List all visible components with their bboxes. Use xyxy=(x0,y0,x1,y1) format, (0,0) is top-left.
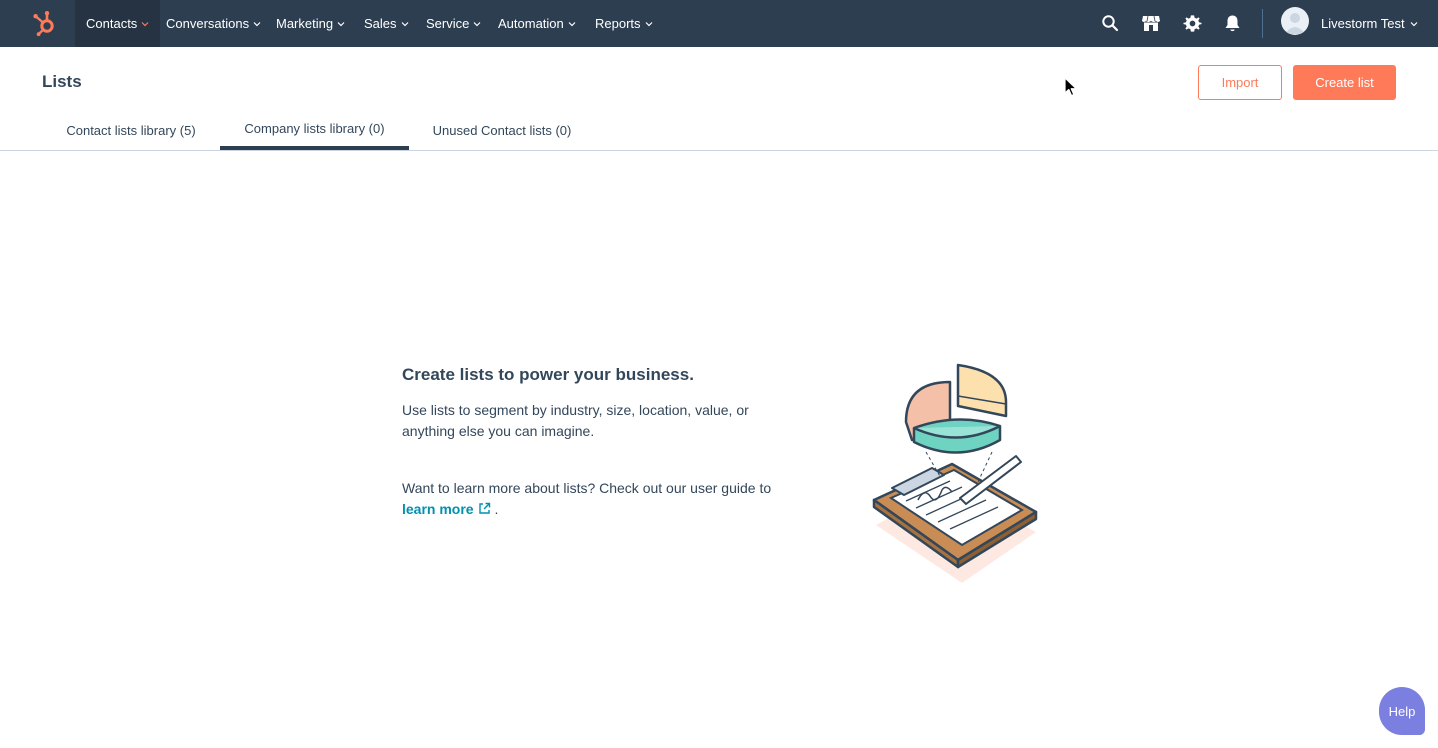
help-label: Help xyxy=(1388,703,1416,719)
nav-item-marketing[interactable]: Marketing xyxy=(265,0,356,47)
learn-more-link[interactable]: learn more xyxy=(402,501,491,517)
nav-item-automation[interactable]: Automation xyxy=(487,0,587,47)
tab-contact-lists-library[interactable]: Contact lists library (5) xyxy=(55,110,207,150)
chevron-down-icon xyxy=(473,21,481,26)
chevron-down-icon xyxy=(337,21,345,26)
account-menu[interactable]: Livestorm Test xyxy=(1321,0,1418,47)
nav-item-conversations[interactable]: Conversations xyxy=(155,0,272,47)
nav-item-label: Automation xyxy=(498,16,564,31)
nav-item-reports[interactable]: Reports xyxy=(584,0,664,47)
avatar[interactable] xyxy=(1281,7,1309,35)
chevron-down-icon xyxy=(253,21,261,26)
settings-gear-icon[interactable] xyxy=(1180,11,1204,35)
learn-more-prefix: Want to learn more about lists? Check ou… xyxy=(402,480,772,496)
nav-item-service[interactable]: Service xyxy=(415,0,492,47)
account-name: Livestorm Test xyxy=(1321,16,1405,31)
chevron-down-icon xyxy=(568,21,576,26)
chevron-down-icon xyxy=(401,21,408,26)
tab-unused-contact-lists[interactable]: Unused Contact lists (0) xyxy=(422,110,582,150)
lists-illustration-icon xyxy=(872,363,1038,583)
empty-state-title: Create lists to power your business. xyxy=(402,365,694,384)
chevron-down-icon xyxy=(645,21,652,26)
hubspot-logo-icon[interactable] xyxy=(31,9,59,37)
tabs-divider xyxy=(0,150,1438,151)
page-title: Lists xyxy=(42,72,82,91)
empty-state-description: Use lists to segment by industry, size, … xyxy=(402,402,749,439)
nav-item-sales[interactable]: Sales xyxy=(353,0,420,47)
import-button[interactable]: Import xyxy=(1198,65,1282,100)
learn-more-link-label: learn more xyxy=(402,501,474,517)
mouse-cursor-icon xyxy=(1064,77,1077,97)
chevron-down-icon xyxy=(141,21,149,26)
nav-item-contacts[interactable]: Contacts xyxy=(75,0,161,47)
nav-item-label: Conversations xyxy=(166,16,250,31)
tab-label: Contact lists library (5) xyxy=(66,122,196,138)
nav-item-label: Reports xyxy=(595,16,641,31)
notifications-bell-icon[interactable] xyxy=(1220,11,1244,35)
tab-label: Company lists library (0) xyxy=(244,120,385,136)
search-icon[interactable] xyxy=(1098,11,1122,35)
empty-state-learn-more: Want to learn more about lists? Check ou… xyxy=(402,478,822,520)
create-list-button[interactable]: Create list xyxy=(1293,65,1396,100)
nav-item-label: Marketing xyxy=(276,16,334,31)
nav-divider xyxy=(1262,9,1263,38)
chevron-down-icon xyxy=(1410,21,1418,26)
help-button[interactable]: Help xyxy=(1379,687,1425,735)
nav-item-label: Contacts xyxy=(86,16,138,31)
nav-item-label: Service xyxy=(426,16,470,31)
user-avatar-icon xyxy=(1285,13,1305,34)
tab-label: Unused Contact lists (0) xyxy=(432,122,572,138)
marketplace-icon[interactable] xyxy=(1139,11,1163,35)
tab-company-lists-library[interactable]: Company lists library (0) xyxy=(220,110,409,150)
external-link-icon xyxy=(478,502,490,514)
nav-item-label: Sales xyxy=(364,16,397,31)
top-nav: Contacts Conversations Marketing Sales S… xyxy=(0,0,1438,47)
learn-more-suffix: . xyxy=(494,501,499,517)
